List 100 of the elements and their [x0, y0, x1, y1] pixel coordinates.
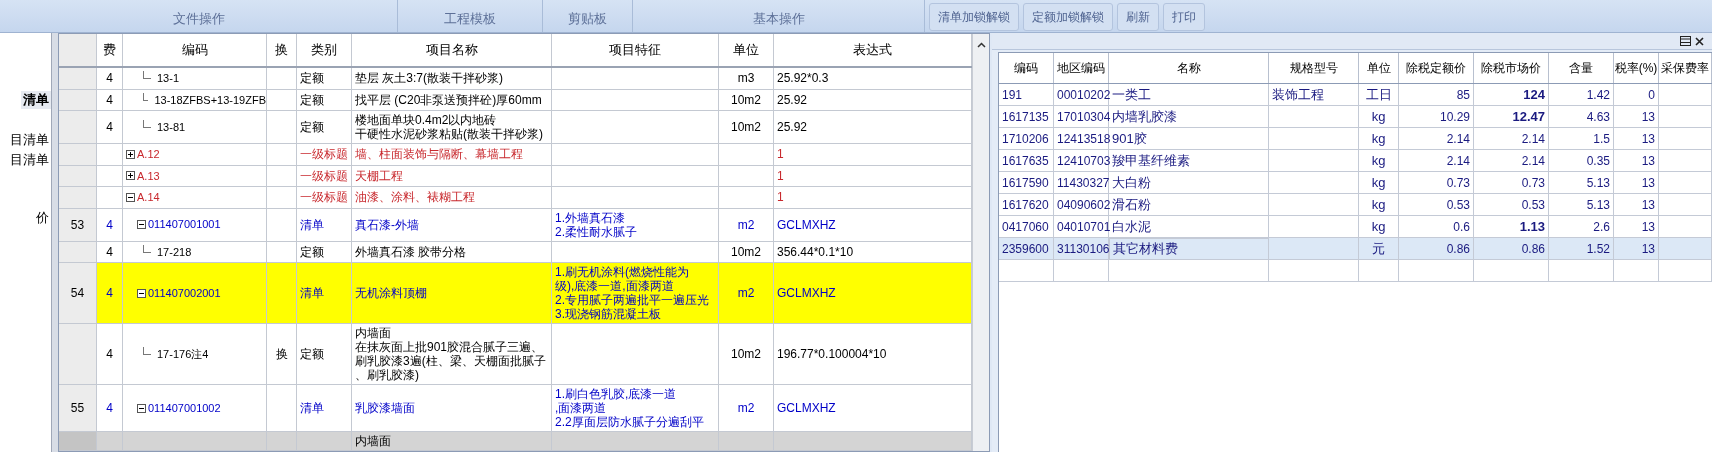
table-cell: 1617620: [999, 194, 1054, 215]
text-line: 3.现浇钢筋混凝土板: [555, 307, 661, 321]
column-header: 采保费率: [1659, 53, 1712, 83]
table-cell: 定额: [297, 111, 352, 143]
table-cell: 一级标题: [297, 165, 352, 186]
text-line: 、刷乳胶漆): [355, 368, 419, 382]
table-cell: 1: [774, 144, 973, 165]
table-cell: 1: [774, 187, 973, 208]
table-cell: 13: [1614, 172, 1659, 193]
code-text: 13-1: [157, 71, 180, 86]
code-text: 011407001001: [148, 217, 221, 233]
code-text: A.12: [137, 147, 160, 162]
nav-item[interactable]: 目清单: [8, 131, 51, 149]
text-line: 天棚工程: [355, 168, 403, 183]
table-cell: kg: [1359, 150, 1399, 171]
nav-item[interactable]: 价: [34, 209, 51, 227]
row-header[interactable]: [59, 187, 97, 208]
row-header[interactable]: 53: [59, 208, 97, 241]
table-cell: 04090602: [1054, 194, 1109, 215]
table-cell: 1617635: [999, 150, 1054, 171]
table-cell: kg: [1359, 194, 1399, 215]
column-header: 编码: [999, 53, 1054, 83]
text-line: 垫层 灰土3:7(散装干拌砂浆): [355, 71, 503, 86]
table-cell: 2359600: [999, 238, 1054, 260]
expand-icon[interactable]: [126, 149, 135, 159]
tree-connector: [143, 71, 151, 80]
row-header[interactable]: [59, 68, 97, 89]
table-cell: kg: [1359, 106, 1399, 127]
table-cell: 0.73: [1474, 172, 1549, 193]
text-line: 干硬性水泥砂浆粘贴(散装干拌砂浆): [355, 127, 543, 141]
table-cell: 0.53: [1399, 194, 1474, 215]
code-text: 13-81: [157, 119, 186, 135]
restore-icon[interactable]: [1680, 36, 1691, 46]
table-cell: 1.52: [1549, 238, 1614, 260]
text-line: 1.刷白色乳胶,底漆一道: [555, 387, 677, 401]
table-cell: 内墙乳胶漆: [1109, 106, 1269, 127]
table-cell: 5.13: [1549, 194, 1614, 215]
scrollbar[interactable]: [972, 34, 989, 451]
table-cell: 2.14: [1399, 128, 1474, 149]
table-cell: 4.63: [1549, 106, 1614, 127]
tree-connector: [143, 120, 151, 128]
table-cell: 85: [1399, 84, 1474, 105]
table-cell: 1617135: [999, 106, 1054, 127]
row-header[interactable]: 54: [59, 263, 97, 323]
table-cell: 清单: [297, 385, 352, 431]
collapse-icon[interactable]: [137, 220, 146, 229]
column-header: 除税定额价: [1399, 53, 1474, 83]
table-cell: 清单: [297, 263, 352, 323]
text-line: 油漆、涂料、裱糊工程: [355, 190, 475, 205]
table-cell: 装饰工程: [1269, 84, 1359, 105]
row-header[interactable]: [59, 89, 97, 110]
table-cell: 定额: [297, 68, 352, 89]
table-cell: 13: [1614, 216, 1659, 237]
table-cell: 定额: [297, 324, 352, 384]
text-line: 级),底漆一道,面漆两道: [555, 279, 674, 293]
collapse-icon[interactable]: [137, 288, 146, 298]
table-cell: 一级标题: [297, 144, 352, 165]
text-line: 楼地面单块0.4m2以内地砖: [355, 113, 497, 127]
table-cell: 25.92*0.3: [774, 68, 973, 89]
code-text: 011407001002: [148, 400, 221, 416]
scroll-up-icon[interactable]: [976, 42, 986, 48]
row-header[interactable]: [59, 111, 97, 143]
table-cell: 工日: [1359, 84, 1399, 105]
toolbar-button[interactable]: 清单加锁解锁: [929, 3, 1019, 31]
header-cell: [59, 34, 97, 66]
group-label: 工程模板: [444, 9, 496, 28]
text-line: 外墙真石漆 胶带分格: [355, 244, 467, 259]
table-cell: 124: [1474, 84, 1549, 105]
expand-icon[interactable]: [126, 171, 135, 181]
row-header[interactable]: 55: [59, 385, 97, 431]
close-icon[interactable]: [1695, 36, 1704, 46]
text-line: 2.2厚面层防水腻子分遍刮平: [555, 415, 704, 429]
table-cell: 0: [1614, 84, 1659, 105]
table-cell: 羧甲基纤维素: [1109, 150, 1269, 171]
row-header[interactable]: [59, 165, 97, 186]
table-cell: 4: [97, 263, 123, 323]
row-header[interactable]: [59, 324, 97, 384]
code-text: 17-176注4: [157, 346, 209, 362]
collapse-icon[interactable]: [137, 403, 146, 413]
code-text: 17-218: [157, 244, 192, 260]
toolbar-button[interactable]: 刷新: [1117, 3, 1159, 31]
table-cell: 一类工: [1109, 84, 1269, 105]
toolbar-button[interactable]: 定额加锁解锁: [1023, 3, 1113, 31]
table-cell: 0.53: [1474, 194, 1549, 215]
table-cell: 2.14: [1474, 128, 1549, 149]
nav-item[interactable]: 清单: [21, 91, 51, 109]
collapse-icon[interactable]: [126, 192, 135, 202]
toolbar-button[interactable]: 打印: [1163, 3, 1205, 31]
nav-item[interactable]: 目清单: [8, 151, 51, 169]
table-cell: 13: [1614, 150, 1659, 171]
table-cell: 12410703: [1054, 150, 1109, 171]
code-text: 13-18ZFBS+13-19ZFB: [154, 92, 266, 108]
table-cell: 清单: [297, 208, 352, 241]
row-header[interactable]: [59, 241, 97, 262]
table-cell: 0.73: [1399, 172, 1474, 193]
table-cell: 00010202: [1054, 84, 1109, 105]
table-cell: 1: [774, 165, 973, 186]
row-header[interactable]: [59, 144, 97, 165]
table-cell: 5.13: [1549, 172, 1614, 193]
row-header[interactable]: [59, 432, 97, 450]
